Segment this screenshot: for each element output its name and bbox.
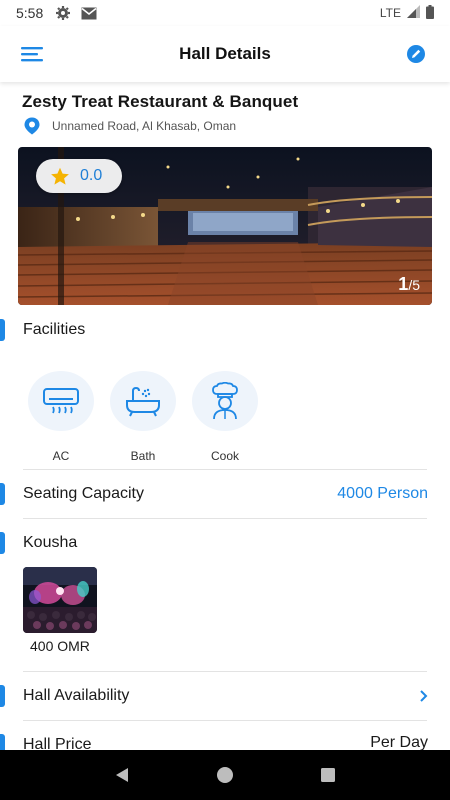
nav-back-button[interactable] — [102, 755, 142, 795]
network-label: LTE — [379, 6, 401, 20]
seating-section-marker — [0, 483, 5, 505]
availability-open-button[interactable] — [418, 688, 430, 709]
facility-cook-label: Cook — [210, 449, 239, 463]
facility-cook[interactable]: Cook — [192, 371, 258, 463]
divider — [23, 720, 427, 721]
recents-square-icon — [321, 768, 336, 782]
menu-button[interactable] — [20, 44, 46, 64]
venue-location: Unnamed Road, Al Khasab, Oman — [22, 116, 236, 136]
price-label: Hall Price — [23, 736, 92, 750]
seating-value: 4000 Person — [337, 485, 428, 502]
edit-button[interactable] — [402, 40, 430, 68]
facilities-title: Facilities — [23, 321, 86, 338]
facility-cook-badge — [192, 371, 258, 431]
divider — [23, 671, 427, 672]
facility-bath-badge — [110, 371, 176, 431]
kousha-price: 400 OMR — [30, 638, 90, 654]
image-counter: 1/5 — [398, 274, 420, 295]
hamburger-menu-icon — [21, 47, 43, 62]
bathtub-icon — [126, 386, 160, 417]
home-circle-icon — [216, 767, 233, 783]
kousha-photo — [23, 567, 97, 633]
system-nav-bar — [0, 750, 450, 800]
nav-recents-button[interactable] — [308, 755, 348, 795]
status-right: LTE — [379, 4, 434, 22]
availability-label[interactable]: Hall Availability — [23, 687, 129, 705]
availability-section-marker — [0, 685, 5, 707]
nav-home-button[interactable] — [205, 755, 245, 795]
price-section-marker — [0, 734, 5, 750]
facility-bath-label: Bath — [130, 449, 156, 463]
status-time: 5:58 — [16, 5, 44, 21]
facility-ac[interactable]: AC — [28, 371, 94, 463]
image-index: 1 — [398, 274, 409, 294]
kousha-section-marker — [0, 532, 5, 554]
divider — [23, 469, 427, 470]
back-triangle-icon — [115, 768, 128, 782]
facility-bath[interactable]: Bath — [110, 371, 176, 463]
screen: 5:58 LTE Hall Details Zesty Treat Restau… — [0, 0, 450, 800]
venue-address: Unnamed Road, Al Khasab, Oman — [52, 119, 237, 133]
price-value: Per Day — [370, 734, 428, 750]
chevron-right-icon — [420, 690, 428, 702]
app-header: Hall Details — [0, 26, 450, 82]
pencil-icon — [407, 45, 425, 63]
facility-ac-badge — [28, 371, 94, 431]
hall-image-carousel[interactable]: 0.0 1/5 — [18, 147, 432, 305]
location-pin-icon — [24, 117, 40, 135]
image-total: /5 — [408, 277, 420, 293]
battery-icon — [426, 4, 434, 22]
venue-name: Zesty Treat Restaurant & Banquet — [22, 92, 299, 111]
kousha-thumbnail[interactable] — [23, 567, 97, 633]
settings-gear-icon — [55, 5, 71, 21]
seating-label: Seating Capacity — [23, 485, 144, 502]
kousha-title: Kousha — [23, 534, 78, 551]
facility-ac-label: AC — [52, 449, 70, 463]
chef-icon — [212, 382, 238, 420]
signal-icon — [407, 5, 420, 21]
status-bar: 5:58 LTE — [0, 0, 450, 26]
rating-value: 0.0 — [80, 167, 103, 184]
star-icon — [51, 167, 69, 185]
air-conditioner-icon — [43, 388, 79, 414]
page-title: Hall Details — [179, 44, 271, 63]
facilities-section-marker — [0, 319, 5, 341]
facilities-list: AC Bath Cook — [28, 371, 258, 463]
divider — [23, 518, 427, 519]
rating-badge: 0.0 — [36, 159, 122, 193]
mail-icon — [81, 7, 97, 20]
content-area: Zesty Treat Restaurant & Banquet Unnamed… — [0, 82, 450, 750]
